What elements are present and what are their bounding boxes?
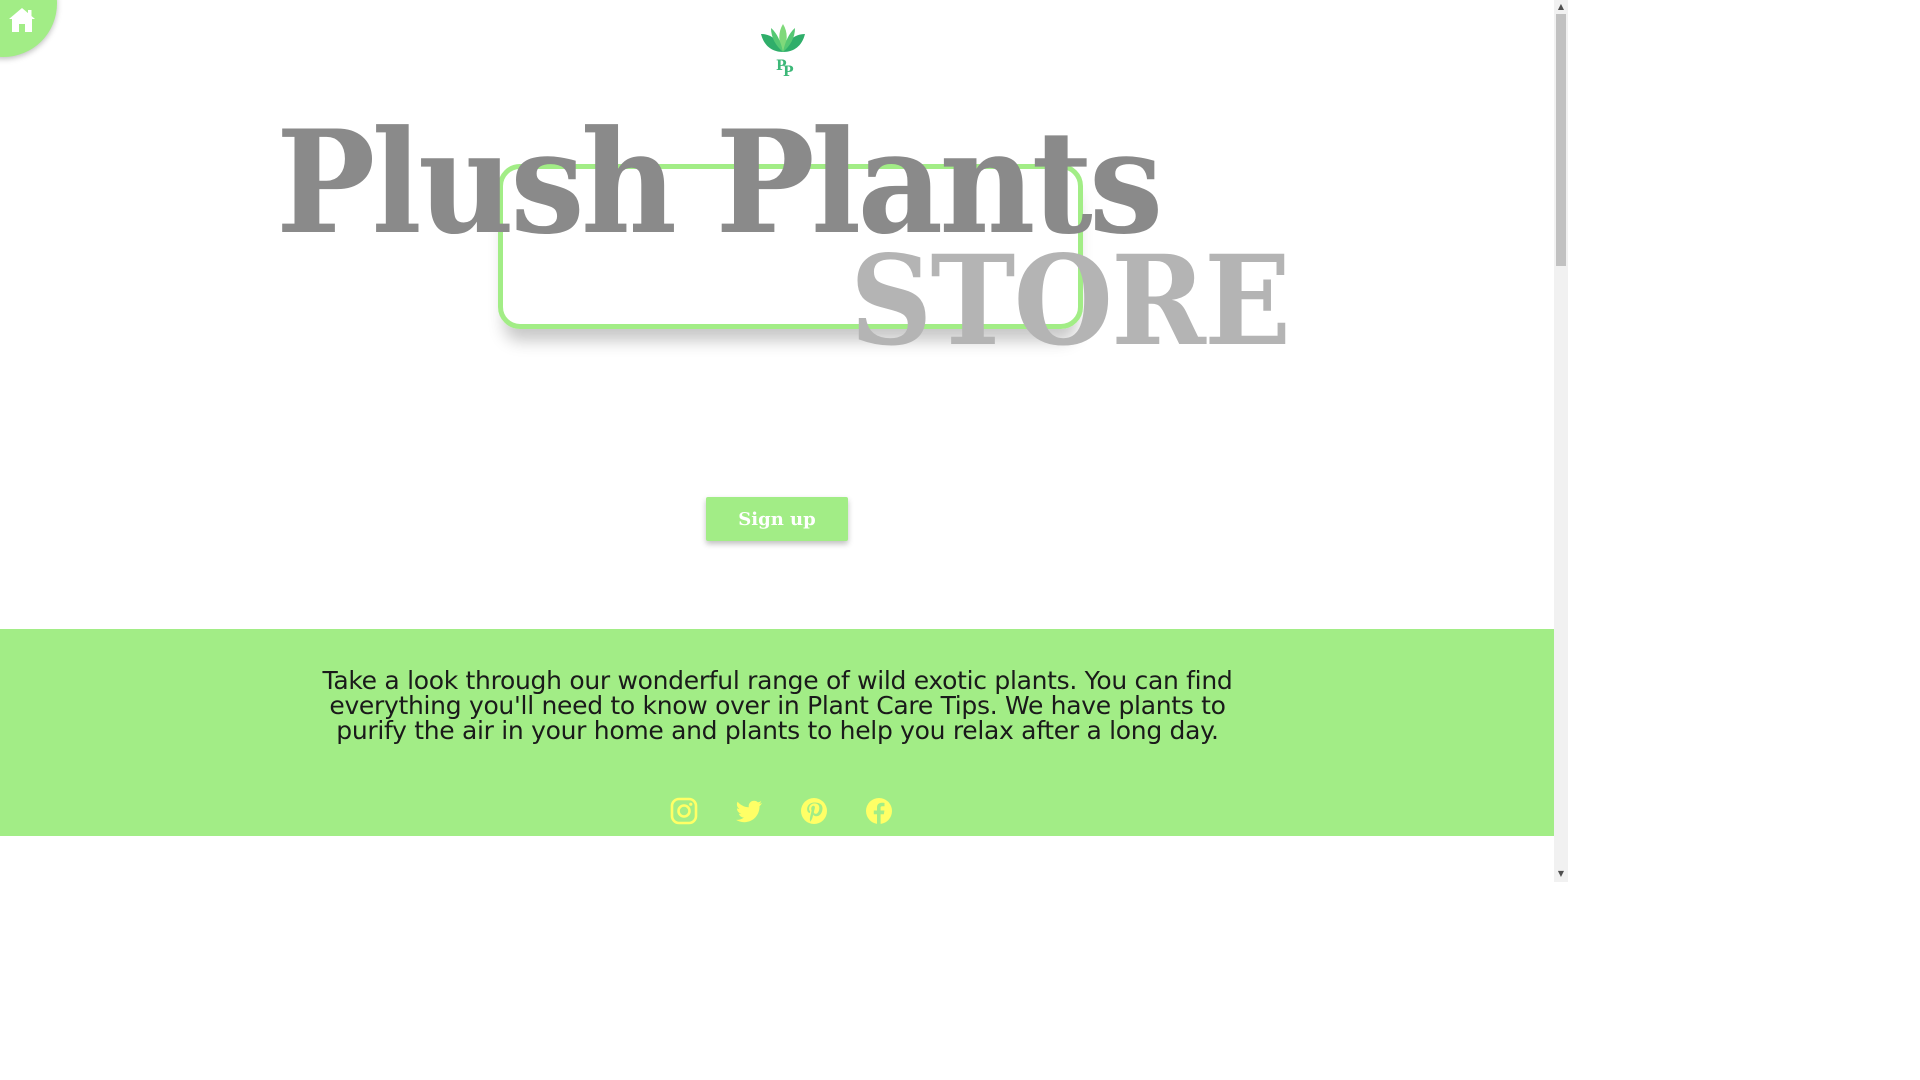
scroll-down-arrow-icon[interactable]: ▼ bbox=[1557, 870, 1565, 878]
home-icon bbox=[9, 8, 35, 32]
scrollbar-thumb[interactable] bbox=[1556, 14, 1566, 266]
leaf-logo-icon[interactable]: P P bbox=[758, 20, 808, 82]
pinterest-icon[interactable] bbox=[800, 797, 828, 825]
facebook-icon[interactable] bbox=[865, 797, 893, 825]
social-links bbox=[670, 797, 893, 827]
intro-text: Take a look through our wonderful range … bbox=[322, 666, 1233, 745]
twitter-icon[interactable] bbox=[735, 797, 763, 825]
page: P P Plush Plants STORE Sign up Take a lo… bbox=[0, 0, 1568, 882]
signup-button[interactable]: Sign up bbox=[706, 497, 848, 541]
hero-subtitle: STORE bbox=[850, 229, 1291, 374]
instagram-icon[interactable] bbox=[670, 797, 698, 825]
vertical-scrollbar[interactable]: ▲ ▼ bbox=[1554, 0, 1568, 882]
scroll-up-arrow-icon[interactable]: ▲ bbox=[1557, 3, 1565, 11]
svg-text:P: P bbox=[783, 64, 794, 80]
home-button[interactable] bbox=[0, 0, 57, 57]
